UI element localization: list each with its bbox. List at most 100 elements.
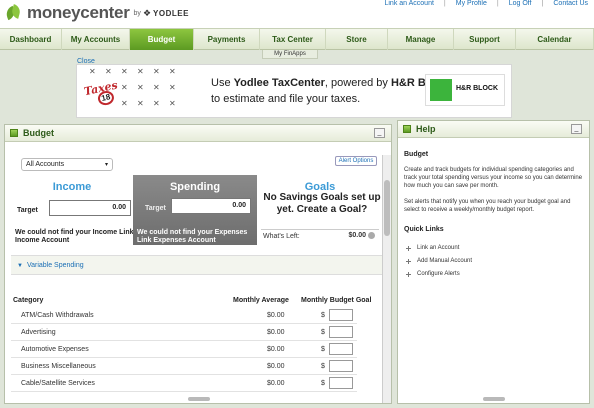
tab-dashboard[interactable]: Dashboard xyxy=(0,29,62,50)
table-row: Advertising $0.00 $ xyxy=(11,324,357,341)
tab-my-accounts[interactable]: My Accounts xyxy=(62,29,130,50)
spending-title: Spending xyxy=(169,181,221,193)
row-average: $0.00 xyxy=(267,346,285,353)
logo-text: moneycenter xyxy=(27,3,130,22)
row-average: $0.00 xyxy=(267,380,285,387)
help-header-icon xyxy=(403,125,411,133)
spending-target-label: Target xyxy=(145,205,166,212)
tab-calendar[interactable]: Calendar xyxy=(516,29,594,50)
help-section-title: Budget xyxy=(404,151,429,158)
budget-scrollbar[interactable] xyxy=(382,155,391,403)
hr-block-logo: H&R BLOCK xyxy=(425,74,505,106)
budget-minimize-button[interactable]: _ xyxy=(374,128,385,138)
taxcenter-ad-banner[interactable]: ✕ ✕ ✕ ✕ ✕ ✕ ✕ ✕ ✕ ✕ ✕ ✕ ✕ ✕ Taxes 18 Use… xyxy=(76,64,512,118)
col-header-monthly-budget-goal: Monthly Budget Goal xyxy=(301,297,372,304)
top-link-contact[interactable]: Contact Us xyxy=(553,0,588,7)
help-resize-grip[interactable] xyxy=(483,397,505,401)
top-header: moneycenter by ❖ YODLEE Link an Account … xyxy=(0,0,594,30)
variable-spending-section[interactable]: ▼ Variable Spending xyxy=(11,255,383,275)
top-link-logoff[interactable]: Log Off xyxy=(509,0,532,7)
help-paragraph-2: Set alerts that notify you when you reac… xyxy=(404,199,571,213)
quick-link-configure-alerts[interactable]: Configure Alerts xyxy=(406,271,460,277)
yodlee-icon: ❖ xyxy=(142,7,152,18)
budget-goal-input[interactable] xyxy=(329,343,353,355)
spending-message[interactable]: We could not find your Expenses Link Exp… xyxy=(137,229,257,245)
top-link-link-account[interactable]: Link an Account xyxy=(384,0,433,7)
account-select[interactable]: All Accounts ▾ xyxy=(21,158,113,171)
top-links: Link an Account | My Profile | Log Off |… xyxy=(384,0,588,7)
budget-goal-input[interactable] xyxy=(329,360,353,372)
top-link-profile[interactable]: My Profile xyxy=(456,0,487,7)
income-target-input[interactable]: 0.00 xyxy=(49,200,131,216)
main-nav: Dashboard My Accounts Budget Payments Ta… xyxy=(0,28,594,50)
budget-goal-input[interactable] xyxy=(329,377,353,389)
help-body: Budget Create and track budgets for indi… xyxy=(404,151,584,222)
tab-store[interactable]: Store xyxy=(326,29,388,50)
table-row: ATM/Cash Withdrawals $0.00 $ xyxy=(11,307,357,324)
yodlee-text: YODLEE xyxy=(153,8,189,18)
help-panel-header: Help xyxy=(398,121,589,138)
row-dollar: $ xyxy=(321,346,325,353)
tab-tax-center[interactable]: Tax Center xyxy=(260,29,326,50)
row-category: ATM/Cash Withdrawals xyxy=(21,312,94,319)
ad-headline: Use Yodlee TaxCenter, powered by H&R Blo… xyxy=(211,77,451,89)
tab-budget[interactable]: Budget xyxy=(130,29,194,50)
row-dollar: $ xyxy=(321,363,325,370)
chevron-down-icon: ▾ xyxy=(104,162,108,168)
row-dollar: $ xyxy=(321,329,325,336)
plus-icon xyxy=(406,271,411,277)
ad-subline: to estimate and file your taxes. xyxy=(211,93,361,105)
table-row: Business Miscellaneous $0.00 $ xyxy=(11,358,357,375)
budget-resize-grip[interactable] xyxy=(188,397,210,401)
tab-payments[interactable]: Payments xyxy=(194,29,260,50)
table-row: Cable/Satellite Services $0.00 $ xyxy=(11,375,357,392)
whats-left-value: $0.00 xyxy=(348,232,375,239)
row-category: Automotive Expenses xyxy=(21,346,89,353)
income-target-label: Target xyxy=(17,207,38,214)
col-header-category: Category xyxy=(13,297,44,304)
leaf-logo-icon xyxy=(4,4,22,22)
triangle-down-icon: ▼ xyxy=(17,263,23,269)
tab-support[interactable]: Support xyxy=(454,29,516,50)
plus-icon xyxy=(406,245,411,251)
variable-spending-toggle[interactable]: ▼ Variable Spending xyxy=(17,262,84,269)
budget-panel-header: Budget xyxy=(5,125,391,142)
goals-message[interactable]: No Savings Goals set up yet. Create a Go… xyxy=(263,192,381,216)
budget-panel-title: Budget xyxy=(23,128,54,138)
income-title: Income xyxy=(52,181,92,193)
row-category: Advertising xyxy=(21,329,56,336)
help-panel: Help _ Budget Create and track budgets f… xyxy=(397,120,590,404)
income-column: Income Target 0.00 We could not find you… xyxy=(11,175,133,245)
row-average: $0.00 xyxy=(267,363,285,370)
income-message[interactable]: We could not find your Income Link Incom… xyxy=(15,229,135,245)
quick-links-title: Quick Links xyxy=(404,226,444,233)
tab-manage[interactable]: Manage xyxy=(388,29,454,50)
table-row: Automotive Expenses $0.00 $ xyxy=(11,341,357,358)
budget-goal-input[interactable] xyxy=(329,326,353,338)
taxes-stamp-icon: Taxes 18 xyxy=(82,76,120,112)
row-average: $0.00 xyxy=(267,312,285,319)
moneycenter-logo[interactable]: moneycenter by ❖ YODLEE xyxy=(4,3,189,23)
row-category: Cable/Satellite Services xyxy=(21,380,95,387)
help-panel-title: Help xyxy=(416,124,436,134)
quick-link-link-account[interactable]: Link an Account xyxy=(406,245,459,251)
row-category: Business Miscellaneous xyxy=(21,363,96,370)
spending-target-input[interactable]: 0.00 xyxy=(171,198,251,214)
logo-by: by xyxy=(133,9,141,17)
help-paragraph-1: Create and track budgets for individual … xyxy=(404,167,583,189)
budget-panel: Budget _ All Accounts ▾ Alert Options In… xyxy=(4,124,392,404)
spending-column: Spending Target 0.00 We could not find y… xyxy=(133,175,257,245)
info-icon[interactable] xyxy=(368,232,375,239)
budget-goal-input[interactable] xyxy=(329,309,353,321)
budget-header-icon xyxy=(10,129,18,137)
scrollbar-thumb[interactable] xyxy=(384,180,390,236)
help-minimize-button[interactable]: _ xyxy=(571,124,582,134)
col-header-monthly-average: Monthly Average xyxy=(233,297,289,304)
calendar-graphic: ✕ ✕ ✕ ✕ ✕ ✕ ✕ ✕ ✕ ✕ ✕ ✕ ✕ ✕ Taxes 18 xyxy=(79,67,197,115)
row-dollar: $ xyxy=(321,312,325,319)
subtab-my-finapps[interactable]: My FinApps xyxy=(262,50,318,59)
alert-options-button[interactable]: Alert Options xyxy=(335,156,377,166)
plus-icon xyxy=(406,258,411,264)
goals-column: Goals No Savings Goals set up yet. Creat… xyxy=(257,175,383,245)
quick-link-add-manual-account[interactable]: Add Manual Account xyxy=(406,258,472,264)
